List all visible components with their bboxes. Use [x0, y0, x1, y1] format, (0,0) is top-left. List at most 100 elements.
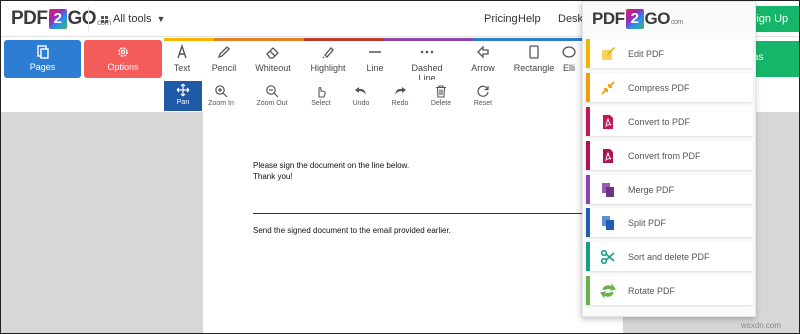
menu-item-rotate-pdf[interactable]: Rotate PDF — [586, 276, 753, 305]
menu-item-sort-delete-pdf[interactable]: Sort and delete PDF — [586, 242, 753, 271]
rotate-icon — [598, 282, 618, 299]
app-window: PDF2GOcom All tools ▼ Pricing Help Deskt… — [0, 0, 800, 334]
logo-text-go: GO — [644, 9, 671, 28]
tool-redo-label: Redo — [391, 100, 409, 107]
all-tools-label: All tools — [113, 13, 152, 25]
chevron-down-icon: ▼ — [156, 14, 166, 24]
edit-icon — [598, 46, 618, 62]
nav-help[interactable]: Help — [518, 13, 541, 25]
watermark-text: wsxdn.com — [741, 321, 782, 330]
doc-line-3: Send the signed document to the email pr… — [253, 226, 451, 235]
pdf2go-logo[interactable]: PDF2GOcom — [11, 8, 111, 30]
reset-icon — [477, 85, 489, 97]
tool-delete[interactable]: Delete — [422, 82, 460, 107]
doc-line-1: Please sign the document on the line bel… — [253, 161, 410, 170]
menu-item-label: Sort and delete PDF — [628, 251, 710, 262]
tool-pencil-label: Pencil — [211, 63, 237, 73]
tool-zoom-out-label: Zoom Out — [256, 100, 288, 107]
menu-item-label: Edit PDF — [628, 48, 665, 59]
dashed-line-icon — [420, 50, 434, 54]
trash-icon — [436, 85, 446, 98]
logo-text-pdf: PDF — [592, 9, 625, 28]
menu-item-stripe — [586, 175, 590, 204]
pages-icon — [36, 45, 49, 59]
menu-item-stripe — [586, 39, 590, 68]
tool-pencil[interactable]: Pencil — [199, 42, 249, 73]
logo-text-2: 2 — [48, 9, 67, 29]
logo-text-com: com — [670, 18, 683, 26]
zoom-in-icon — [215, 85, 228, 98]
menu-item-convert-from-pdf[interactable]: Convert from PDF — [586, 141, 753, 170]
tool-highlight[interactable]: Highlight — [303, 42, 353, 73]
scissors-icon — [598, 249, 618, 265]
pdf-icon — [598, 114, 618, 130]
tool-reset-label: Reset — [473, 100, 493, 107]
tool-line-label: Line — [366, 63, 384, 73]
grid-icon — [101, 15, 108, 23]
nav-pricing[interactable]: Pricing — [484, 13, 518, 25]
tool-zoom-in[interactable]: Zoom In — [202, 82, 240, 107]
tool-delete-label: Delete — [430, 100, 452, 107]
menu-item-convert-to-pdf[interactable]: Convert to PDF — [586, 107, 753, 136]
tool-rectangle-label: Rectangle — [513, 63, 555, 73]
menu-item-stripe — [586, 141, 590, 170]
text-icon — [177, 44, 187, 59]
pages-button[interactable]: Pages — [4, 40, 81, 78]
gear-icon — [118, 47, 128, 57]
menu-item-stripe — [586, 73, 590, 102]
tool-reset[interactable]: Reset — [464, 82, 502, 107]
menu-item-stripe — [586, 242, 590, 271]
save-as-button[interactable]: as — [753, 41, 799, 77]
tool-text-label: Text — [173, 63, 191, 73]
tool-arrow[interactable]: Arrow — [458, 42, 508, 73]
doc-line-2: Thank you! — [253, 172, 293, 181]
ellipse-icon — [562, 46, 576, 58]
colorbar-segment — [214, 38, 304, 41]
colorbar-segment — [304, 38, 384, 41]
menu-item-label: Compress PDF — [628, 82, 690, 93]
tool-undo[interactable]: Undo — [342, 82, 380, 107]
menu-item-edit-pdf[interactable]: Edit PDF — [586, 39, 753, 68]
tool-highlight-label: Highlight — [310, 63, 346, 73]
tool-zoom-out[interactable]: Zoom Out — [253, 82, 291, 107]
pages-label: Pages — [29, 62, 56, 72]
tool-dashed-line[interactable]: Dashed Line — [402, 42, 452, 83]
rectangle-icon — [529, 45, 539, 59]
dropdown-logo: PDF 2 GO com — [592, 9, 683, 29]
options-label: Options — [107, 62, 139, 72]
tool-ellipse-label: Elli — [562, 63, 575, 73]
document-page[interactable]: Please sign the document on the line bel… — [203, 112, 623, 333]
tool-select[interactable]: Select — [302, 82, 340, 107]
menu-item-label: Merge PDF — [628, 184, 675, 195]
redo-icon — [395, 87, 406, 95]
colorbar-segment — [474, 38, 582, 41]
merge-icon — [598, 182, 618, 198]
menu-item-label: Rotate PDF — [628, 285, 676, 296]
header-divider — [88, 7, 89, 31]
colorbar-segment — [384, 38, 474, 41]
tool-select-label: Select — [311, 100, 331, 107]
all-tools-button[interactable]: All tools ▼ — [101, 13, 165, 25]
tool-rectangle[interactable]: Rectangle — [509, 42, 559, 73]
tool-redo[interactable]: Redo — [381, 82, 419, 107]
tool-whiteout[interactable]: Whiteout — [248, 42, 298, 73]
menu-item-merge-pdf[interactable]: Merge PDF — [586, 175, 753, 204]
tool-ellipse[interactable]: Elli — [556, 42, 582, 73]
pan-icon — [176, 83, 190, 97]
menu-item-label: Split PDF — [628, 217, 667, 228]
logo-text-pdf: PDF — [11, 8, 48, 29]
pencil-icon — [217, 46, 230, 59]
options-button[interactable]: Options — [84, 40, 162, 78]
tool-line[interactable]: Line — [350, 42, 400, 73]
menu-item-split-pdf[interactable]: Split PDF — [586, 208, 753, 237]
split-icon — [598, 215, 618, 231]
tools-dropdown: PDF 2 GO com Edit PDF Compress PDF Convert … — [582, 1, 756, 317]
menu-item-stripe — [586, 276, 590, 305]
undo-icon — [355, 87, 366, 95]
menu-item-compress-pdf[interactable]: Compress PDF — [586, 73, 753, 102]
menu-item-stripe — [586, 208, 590, 237]
logo-text-2: 2 — [625, 9, 644, 29]
arrow-left-icon — [477, 45, 489, 59]
tool-undo-label: Undo — [352, 100, 370, 107]
tool-pan[interactable]: Pan — [164, 81, 202, 111]
